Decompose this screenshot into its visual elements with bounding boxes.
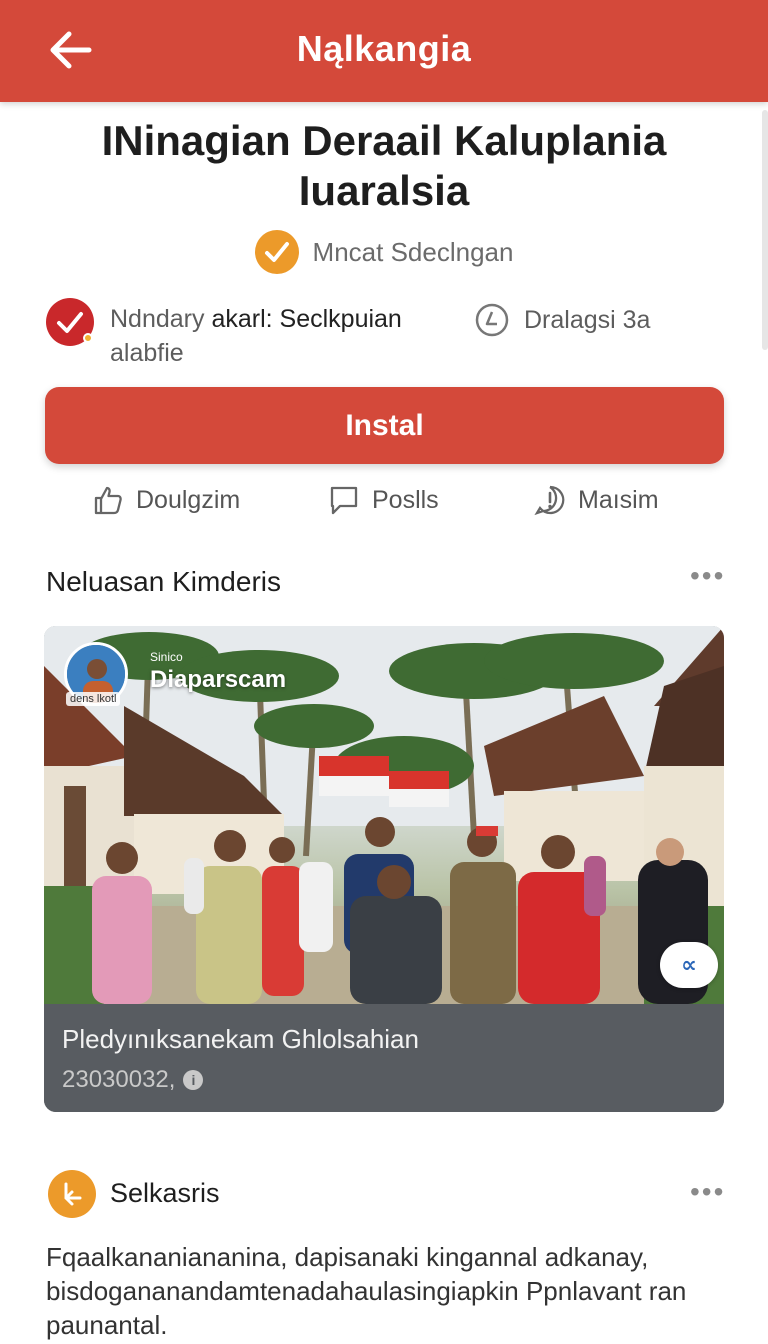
app-title: INinagian Deraail Kaluplania Iuaralsia	[101, 117, 667, 214]
post-date: 23030032, i	[62, 1066, 204, 1094]
comment-icon	[330, 486, 358, 515]
developer-name[interactable]: Mncat Sdeclngan	[313, 237, 514, 268]
review-text: Fqaalkananiananina, dapisanaki kingannal…	[46, 1242, 687, 1340]
share-button[interactable]: ∝	[660, 942, 718, 988]
like-label: Doulgzim	[136, 485, 241, 514]
channel-subtitle: Sinico	[150, 650, 183, 664]
reviewer-name: Selkasris	[110, 1178, 220, 1208]
age-rating-label: Dralagsi 3a	[524, 305, 651, 334]
post-date-text: 23030032,	[62, 1066, 176, 1093]
action-row: Doulgzim Poslls Maısim	[0, 484, 768, 530]
post-caption: Pledyınıksanekam Ghlolsahian	[62, 1024, 419, 1054]
rating-text: Ndndary akarl: Seclkpuian alabfie	[110, 302, 450, 370]
rating-badge-icon	[46, 298, 94, 346]
section-title: Neluasan Kimderis	[46, 566, 281, 597]
info-icon[interactable]: i	[183, 1070, 204, 1090]
top-app-bar: Nąlkangia	[0, 0, 768, 102]
village-scene-image	[44, 626, 724, 1004]
age-rating: Dralagsi 3a	[474, 302, 650, 338]
review-more-menu[interactable]: •••	[690, 1176, 725, 1208]
thumbs-up-icon	[94, 486, 122, 515]
post-footer: Pledyınıksanekam Ghlolsahian 23030032, i	[44, 1004, 724, 1112]
like-action[interactable]: Doulgzim	[92, 484, 240, 516]
comment-label: Poslls	[372, 485, 439, 514]
install-button[interactable]: Instal	[45, 387, 724, 464]
comment-action[interactable]: Poslls	[328, 484, 439, 516]
rating-dot	[83, 333, 93, 343]
channel-tag: dens lkotl	[66, 692, 121, 706]
post-photo: dens lkotl Sinico Diaparscam ∝	[44, 626, 724, 1004]
report-label: Maısim	[578, 485, 659, 514]
meta-row: Ndndary akarl: Seclkpuian alabfie Dralag…	[46, 296, 726, 376]
page-title: Nąlkangia	[296, 28, 472, 69]
alert-icon	[534, 485, 565, 516]
report-action[interactable]: Maısim	[534, 484, 659, 516]
clock-icon	[475, 303, 509, 337]
section-more-menu[interactable]: •••	[690, 560, 725, 592]
verified-badge-icon	[254, 230, 299, 274]
download-icon	[64, 1182, 82, 1206]
rating-highlight: akarl: Seclkpuian	[211, 305, 402, 333]
reviewer-avatar[interactable]	[48, 1170, 96, 1218]
rating-prefix: Ndndary	[110, 305, 205, 333]
developer-row[interactable]: Mncat Sdeclngan	[0, 230, 768, 274]
post-card[interactable]: dens lkotl Sinico Diaparscam ∝ Pledyınık…	[44, 626, 724, 1112]
channel-name[interactable]: Diaparscam	[150, 666, 286, 694]
rating-suffix: alabfie	[110, 339, 184, 367]
